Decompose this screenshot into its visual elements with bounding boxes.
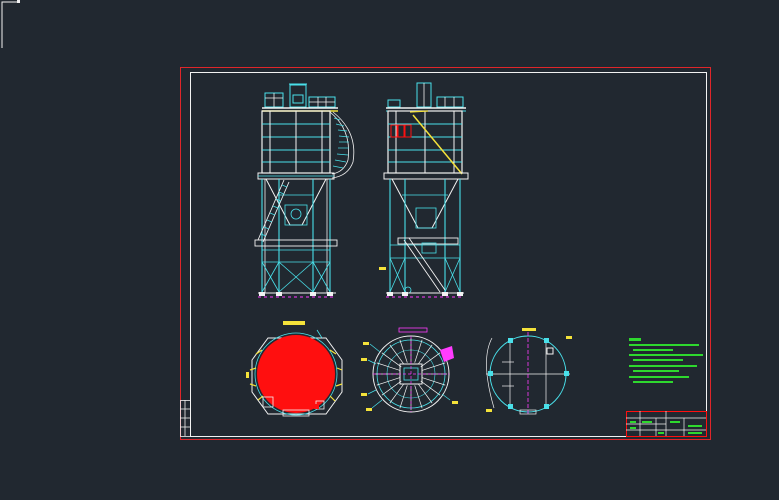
cone-rib-line bbox=[389, 344, 405, 365]
cone-rib-line bbox=[417, 383, 433, 404]
cone-rib-line bbox=[399, 339, 408, 363]
cone-rib-line bbox=[381, 380, 402, 396]
cone-rib-line bbox=[417, 344, 433, 365]
front-elevation-view[interactable] bbox=[254, 83, 355, 298]
cone-rib-line bbox=[422, 362, 446, 371]
cone-rib-line bbox=[381, 352, 402, 368]
cone-rib-line bbox=[389, 383, 405, 404]
title-block[interactable] bbox=[626, 411, 707, 437]
drawing-canvas[interactable] bbox=[0, 0, 779, 500]
side-elevation-view[interactable] bbox=[379, 82, 469, 298]
cone-rib-line bbox=[376, 362, 400, 371]
cone-rib-line bbox=[414, 385, 423, 409]
cone-rib-line bbox=[399, 385, 408, 409]
cone-rib-line bbox=[420, 352, 441, 368]
plan-cone-section-view[interactable] bbox=[361, 327, 458, 413]
cone-rib-line bbox=[420, 380, 441, 396]
cone-rib-line bbox=[414, 339, 423, 363]
technical-notes bbox=[629, 338, 703, 383]
cone-rib-line bbox=[422, 377, 446, 386]
plan-foundation-view[interactable] bbox=[486, 328, 572, 416]
plan-top-view[interactable] bbox=[246, 321, 343, 417]
cone-rib-line bbox=[376, 377, 400, 386]
